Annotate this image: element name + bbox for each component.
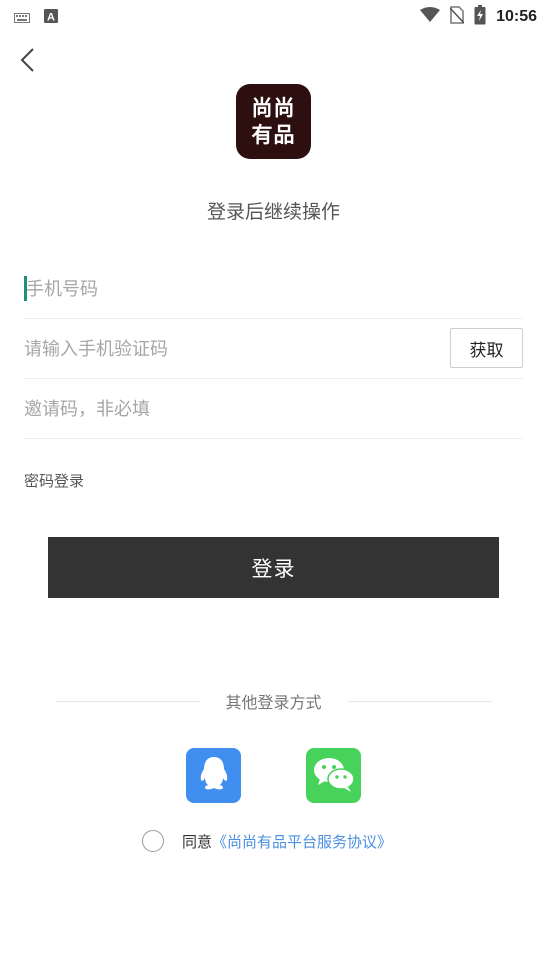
invite-code-input[interactable]: [24, 379, 444, 439]
login-screen: A 10:56 尚尚 有品 登录后继续操作 手机号码 请输入手机验证码 获取 邀…: [0, 0, 547, 972]
wechat-login-button[interactable]: [306, 748, 361, 803]
clock: 10:56: [496, 8, 537, 25]
phone-row: [24, 259, 523, 319]
page-subtitle: 登录后继续操作: [206, 201, 340, 223]
qq-icon: [197, 755, 231, 797]
divider-right: [347, 700, 493, 702]
status-bar: A 10:56: [0, 0, 547, 30]
other-login-divider: 其他登录方式: [55, 689, 493, 713]
agreement-row: 同意 《尚尚有品平台服务协议》: [142, 828, 392, 854]
keyboard-icon: [14, 8, 30, 27]
text-a-icon: A: [44, 8, 58, 27]
agreement-radio[interactable]: [142, 830, 164, 852]
phone-input[interactable]: [24, 259, 444, 319]
password-login-link[interactable]: 密码登录: [24, 470, 84, 491]
login-button[interactable]: 登录: [48, 537, 499, 598]
verification-code-input[interactable]: [24, 319, 444, 379]
agreement-prefix: 同意: [182, 832, 213, 851]
code-row: 获取: [24, 319, 523, 379]
logo-line-1: 尚尚: [251, 95, 296, 120]
back-button[interactable]: [14, 44, 44, 76]
no-sim-icon: [449, 6, 465, 28]
battery-charging-icon: [474, 5, 486, 29]
qq-login-button[interactable]: [186, 748, 241, 803]
invite-row: [24, 379, 523, 439]
logo-line-2: 有品: [251, 122, 296, 147]
agreement-link[interactable]: 《尚尚有品平台服务协议》: [212, 831, 392, 852]
chevron-left-icon: [14, 48, 44, 80]
wifi-icon: [420, 7, 441, 27]
other-login-label: 其他登录方式: [225, 693, 322, 712]
app-logo: 尚尚 有品: [236, 84, 311, 159]
get-code-button[interactable]: 获取: [450, 328, 523, 368]
divider-left: [55, 700, 200, 702]
wechat-icon: [312, 755, 356, 797]
svg-text:A: A: [47, 12, 55, 24]
